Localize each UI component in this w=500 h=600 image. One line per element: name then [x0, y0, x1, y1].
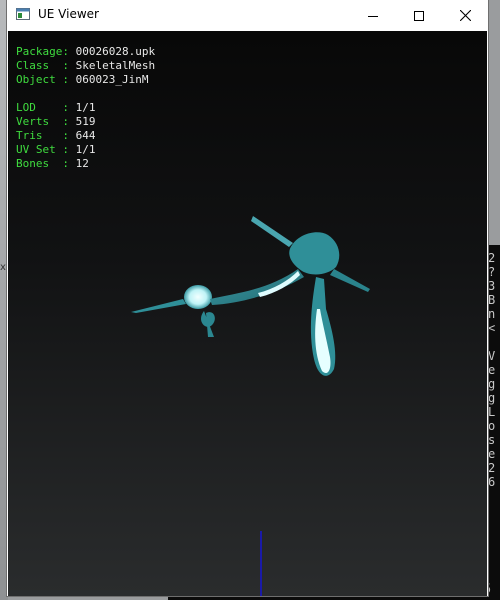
mesh-head [289, 232, 340, 275]
title-bar[interactable]: UE Viewer [7, 0, 488, 31]
console-line: e [488, 363, 496, 377]
3d-viewport[interactable]: Package: 00026028.upk Class : SkeletalMe… [8, 31, 487, 596]
console-line: B [488, 293, 496, 307]
skeletal-mesh-render [131, 216, 370, 596]
mesh-antenna-top [251, 216, 293, 247]
mesh-spike-right [330, 269, 370, 292]
mesh-arm [210, 269, 304, 305]
close-button[interactable] [442, 0, 488, 31]
window-app-icon [16, 8, 30, 20]
mesh-node-left [184, 285, 212, 309]
maximize-icon [414, 10, 424, 21]
mesh-blade-left [131, 299, 186, 313]
minimize-icon [368, 15, 378, 17]
ue-viewer-window: UE Viewer Package: 00026028.upk Class : … [7, 0, 488, 596]
desktop-mark: x [0, 262, 6, 273]
mesh-hook-left [201, 311, 215, 337]
console-line: ? [488, 265, 496, 279]
console-line: n [488, 307, 496, 321]
console-line: 6 [488, 475, 496, 489]
console-line: 3 [488, 279, 496, 293]
console-line: V [488, 349, 496, 363]
close-icon [459, 10, 471, 21]
maximize-button[interactable] [396, 0, 442, 31]
console-line: e [488, 447, 496, 461]
console-line: s [488, 433, 496, 447]
window-title: UE Viewer [38, 7, 99, 21]
console-line: g [488, 377, 496, 391]
console-line: < [488, 321, 496, 335]
console-line: 2 [488, 461, 496, 475]
background-console: 2? 3 Bn < Ve g g Lo s e 2 6 [488, 245, 500, 600]
minimize-button[interactable] [350, 0, 396, 31]
console-line: o [488, 419, 496, 433]
console-line: 2 [488, 251, 496, 265]
console-line: L [488, 405, 496, 419]
console-line: g [488, 391, 496, 405]
